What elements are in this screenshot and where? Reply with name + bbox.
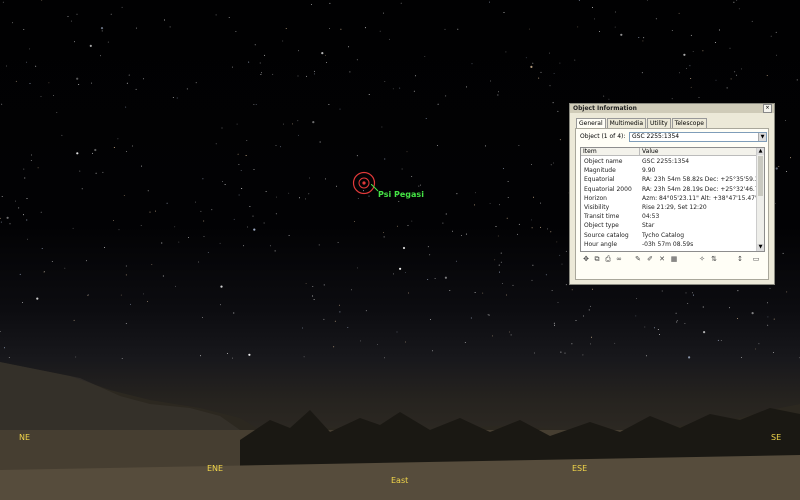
compass-se: SE <box>771 433 782 442</box>
tab-strip: General Multimedia Utility Telescope <box>576 118 708 128</box>
column-header-item[interactable]: Item <box>581 148 640 156</box>
tab-multimedia[interactable]: Multimedia <box>606 118 647 128</box>
scroll-up-icon[interactable]: ▲ <box>757 148 764 155</box>
compass-ese: ESE <box>572 464 588 473</box>
row-item-label: Object name <box>584 158 623 165</box>
row-item-label: Horizon <box>584 194 607 202</box>
panel-title: Object Information <box>573 105 637 112</box>
copy-icon[interactable]: ⧉ <box>593 255 601 263</box>
compass-ene: ENE <box>207 464 224 473</box>
table-scrollbar[interactable]: ▲ ▼ <box>756 148 764 251</box>
row-item-label: Hour angle <box>584 240 618 248</box>
row-item-value: GSC 2255:1354 <box>642 158 690 165</box>
object-count-label: Object (1 of 4): <box>580 133 626 140</box>
sort-icon[interactable]: ⇅ <box>710 255 718 263</box>
row-item-label: Equatorial 2000 <box>584 185 632 193</box>
panel-title-bar[interactable]: Object Information × <box>570 104 774 113</box>
object-select[interactable]: GSC 2255:1354 ▼ <box>629 132 767 142</box>
row-item-value: RA: 23h 54m 28.19s Dec: +25°32'46.70" <box>642 185 756 193</box>
info-table: Item Value Object name GSC 2255:1354 Magni… <box>580 147 765 252</box>
print-icon[interactable]: ⎙ <box>604 255 612 263</box>
delete-icon[interactable]: ✕ <box>658 255 666 263</box>
row-item-value: Rise 21:29, Set 12:20 <box>642 204 707 211</box>
row-item-label: Transit time <box>584 213 620 221</box>
grid-icon[interactable]: ▦ <box>670 255 678 263</box>
panel-toolbar: ✥ ⧉ ⎙ ∞ ✎ ✐ ✕ ▦ ✧ ⇅ ↕ ▭ <box>580 255 764 265</box>
compass-ne: NE <box>19 433 31 442</box>
row-item-value: 04:53 <box>642 213 660 221</box>
pencil-add-icon[interactable]: ✐ <box>646 255 654 263</box>
general-tab-content: Object (1 of 4): GSC 2255:1354 ▼ Item Va… <box>575 128 769 280</box>
scroll-down-icon[interactable]: ▼ <box>757 244 764 251</box>
row-item-value: Tycho Catalog <box>642 231 685 239</box>
row-item-value: 9.90 <box>642 167 656 175</box>
object-select-value: GSC 2255:1354 <box>632 133 680 140</box>
move-icon[interactable]: ✥ <box>582 255 590 263</box>
row-item-label: Magnitude <box>584 167 616 175</box>
target-label[interactable]: Psi Pegasi <box>378 190 424 199</box>
link-icon[interactable]: ∞ <box>615 255 623 263</box>
tab-general[interactable]: General <box>576 118 606 128</box>
row-item-label: Visibility <box>584 204 610 211</box>
row-item-value: Star <box>642 222 655 230</box>
compass-east: East <box>391 476 409 485</box>
row-item-value: -03h 57m 08.59s <box>642 240 694 248</box>
up-down-icon[interactable]: ↕ <box>736 255 744 263</box>
row-item-label: Object type <box>584 222 619 230</box>
row-item-value: Azm: 84°05'23.11" Alt: +38°47'15.47" <box>642 194 756 202</box>
row-item-value: RA: 23h 54m 58.82s Dec: +25°35'59.35" <box>642 176 756 184</box>
pencil-icon[interactable]: ✎ <box>634 255 642 263</box>
tab-utility[interactable]: Utility <box>647 118 671 128</box>
row-item-label: Source catalog <box>584 231 629 239</box>
column-header-value[interactable]: Value <box>640 148 757 156</box>
close-button[interactable]: × <box>763 104 772 113</box>
folder-icon[interactable]: ▭ <box>752 255 760 263</box>
scroll-thumb[interactable] <box>758 156 763 196</box>
object-information-panel: Object Information × General Multimedia Ut… <box>569 103 775 285</box>
chevron-down-icon[interactable]: ▼ <box>758 133 766 141</box>
tab-telescope[interactable]: Telescope <box>671 118 707 128</box>
wand-icon[interactable]: ✧ <box>698 255 706 263</box>
row-item-label: Equatorial <box>584 176 615 184</box>
